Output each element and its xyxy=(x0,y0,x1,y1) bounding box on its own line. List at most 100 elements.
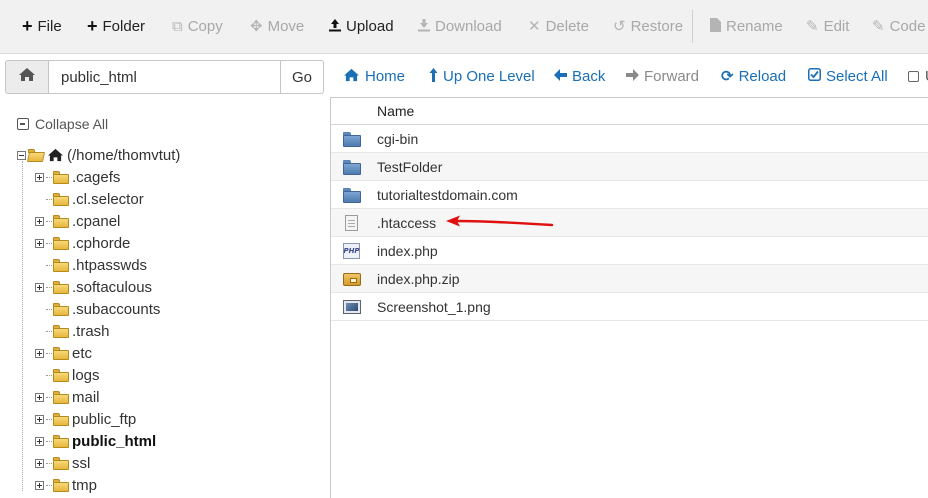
tree-item[interactable]: .cphorde xyxy=(35,232,130,254)
tree-connector xyxy=(46,440,52,442)
expand-toggle-icon[interactable] xyxy=(35,282,44,292)
file-row[interactable]: TestFolder xyxy=(331,153,928,181)
file-row[interactable]: PHP index.php xyxy=(331,237,928,265)
download-button[interactable]: Download xyxy=(418,0,502,52)
tree-item[interactable]: etc xyxy=(35,342,92,364)
move-arrows-icon: ✥ xyxy=(250,17,263,35)
delete-button[interactable]: ✕ Delete xyxy=(528,0,589,52)
new-file-button[interactable]: + File xyxy=(22,0,62,52)
tree-item[interactable]: .cl.selector xyxy=(35,188,144,210)
refresh-icon: ⟳ xyxy=(721,67,734,85)
tree-item[interactable]: .cpanel xyxy=(35,210,120,232)
select-all-link[interactable]: Select All xyxy=(808,64,888,88)
folder-icon xyxy=(53,456,70,470)
folder-icon xyxy=(53,368,70,382)
go-label: Go xyxy=(291,68,312,86)
new-folder-button[interactable]: + Folder xyxy=(87,0,145,52)
reload-link[interactable]: ⟳ Reload xyxy=(721,64,786,88)
folder-icon xyxy=(53,302,70,316)
rename-label: Rename xyxy=(726,17,783,35)
collapse-all-button[interactable]: Collapse All xyxy=(17,116,108,132)
unselect-all-link[interactable]: U xyxy=(908,64,928,88)
tree-connector xyxy=(46,176,52,178)
tree-guide-line xyxy=(22,161,23,491)
tree-item[interactable]: .softaculous xyxy=(35,276,152,298)
restore-button[interactable]: ↺ Restore xyxy=(613,0,683,52)
tree-root[interactable]: (/home/thomvtut) xyxy=(17,144,180,166)
expand-toggle-icon[interactable] xyxy=(35,392,44,402)
folder-icon xyxy=(53,346,70,360)
tree-item[interactable]: logs xyxy=(35,364,100,386)
forward-link[interactable]: Forward xyxy=(626,64,699,88)
tree-item[interactable]: public_html xyxy=(35,430,156,452)
upload-button[interactable]: Upload xyxy=(329,0,394,52)
select-all-label: Select All xyxy=(826,67,888,85)
up-one-level-link[interactable]: Up One Level xyxy=(429,64,535,88)
tree-item[interactable]: mail xyxy=(35,386,100,408)
name-column-header[interactable]: Name xyxy=(331,98,928,125)
file-row[interactable]: tutorialtestdomain.com xyxy=(331,181,928,209)
expand-toggle-icon[interactable] xyxy=(35,414,44,424)
tree-item-label: public_html xyxy=(72,432,157,450)
tree-connector xyxy=(46,330,52,332)
expand-toggle-icon[interactable] xyxy=(35,458,44,468)
file-row[interactable]: Screenshot_1.png xyxy=(331,293,928,321)
tree-connector xyxy=(46,462,52,464)
code-editor-button[interactable]: ✎ Code xyxy=(872,0,925,52)
expand-toggle-icon[interactable] xyxy=(35,172,44,182)
tree-item-label: logs xyxy=(72,366,100,384)
go-button[interactable]: Go xyxy=(280,60,324,94)
tree-item-label: .softaculous xyxy=(72,278,153,296)
zip-file-icon xyxy=(343,271,361,287)
edit-square-icon: ✎ xyxy=(872,17,885,35)
expand-toggle-icon[interactable] xyxy=(35,238,44,248)
back-link[interactable]: Back xyxy=(554,64,605,88)
tree-item[interactable]: .subaccounts xyxy=(35,298,160,320)
tree-connector xyxy=(46,286,52,288)
file-row[interactable]: .htaccess xyxy=(331,209,928,237)
tree-connector xyxy=(46,264,52,266)
edit-button[interactable]: ✎ Edit xyxy=(806,0,849,52)
expand-toggle-icon[interactable] xyxy=(35,480,44,490)
tree-item-label: .subaccounts xyxy=(72,300,161,318)
tree-item-label: public_ftp xyxy=(72,410,137,428)
expand-toggle-icon[interactable] xyxy=(35,348,44,358)
tree-item[interactable]: ssl xyxy=(35,452,90,474)
new-file-label: File xyxy=(37,17,62,35)
edit-label: Edit xyxy=(823,17,850,35)
tree-item[interactable]: .htpasswds xyxy=(35,254,147,276)
copy-button[interactable]: ⧉ Copy xyxy=(172,0,223,52)
arrow-left-icon xyxy=(554,68,567,84)
tree-item[interactable]: public_ftp xyxy=(35,408,136,430)
expand-toggle-icon[interactable] xyxy=(35,436,44,446)
tree-item-label: .cl.selector xyxy=(72,190,144,208)
php-file-icon: PHP xyxy=(343,243,361,259)
tree-root-label: (/home/thomvtut) xyxy=(67,146,181,164)
plus-icon: + xyxy=(87,16,98,36)
home-path-button[interactable] xyxy=(5,60,49,94)
tree-item[interactable]: tmp xyxy=(35,474,97,496)
tree-item-label: ssl xyxy=(72,454,91,472)
rename-button[interactable]: Rename xyxy=(710,0,783,52)
path-input[interactable] xyxy=(48,60,281,94)
tree-item-label: .cpanel xyxy=(72,212,121,230)
folder-icon xyxy=(343,131,361,147)
expand-toggle-icon[interactable] xyxy=(35,216,44,226)
tree-connector xyxy=(46,396,52,398)
tree-item[interactable]: .trash xyxy=(35,320,110,342)
file-row[interactable]: cgi-bin xyxy=(331,125,928,153)
checked-checkbox-icon xyxy=(808,68,821,84)
download-icon xyxy=(418,18,430,35)
tree-item[interactable]: .cagefs xyxy=(35,166,120,188)
move-button[interactable]: ✥ Move xyxy=(250,0,304,52)
up-one-level-label: Up One Level xyxy=(443,67,535,85)
home-icon xyxy=(47,148,64,162)
name-column-label: Name xyxy=(377,103,415,119)
home-link[interactable]: Home xyxy=(343,64,405,88)
folder-icon xyxy=(53,214,70,228)
restore-label: Restore xyxy=(630,17,684,35)
annotation-arrow-icon xyxy=(446,215,554,227)
collapse-toggle-icon xyxy=(17,150,26,160)
file-row[interactable]: index.php.zip xyxy=(331,265,928,293)
undo-icon: ↺ xyxy=(613,17,626,35)
